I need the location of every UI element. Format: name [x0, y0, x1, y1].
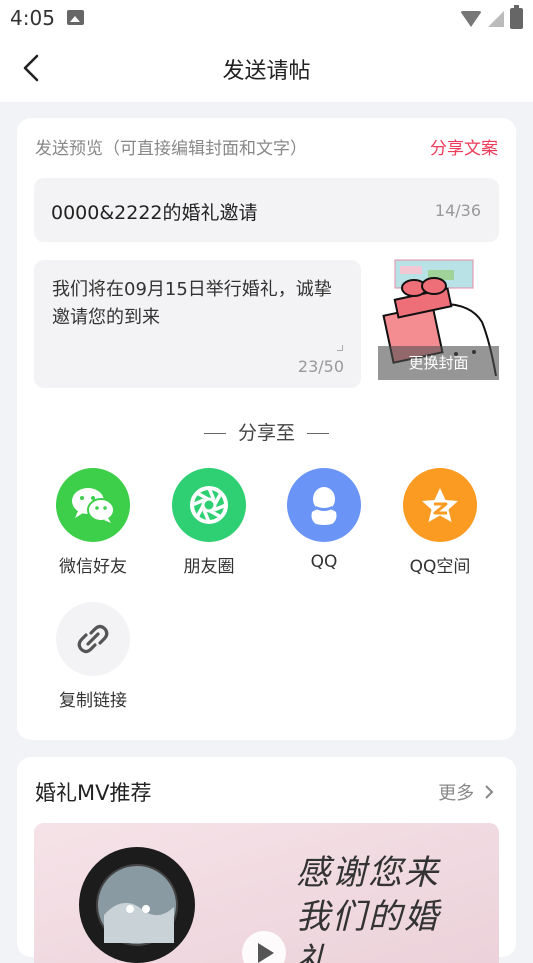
page-title: 发送请帖	[222, 59, 311, 84]
wechat-icon	[56, 468, 130, 542]
share-qq-button[interactable]: QQ	[269, 468, 379, 572]
share-qq-label: QQ	[310, 552, 338, 572]
status-icons	[460, 5, 523, 29]
share-wechat-button[interactable]: 微信好友	[38, 468, 148, 577]
chevron-right-icon	[485, 785, 494, 799]
copy-link-button[interactable]: 复制链接	[38, 602, 148, 711]
share-card: 发送预览（可直接编辑封面和文字） 分享文案 0000&2222的婚礼邀请 14/…	[17, 118, 516, 740]
textarea-resize-handle	[337, 345, 343, 351]
title-bar: 发送请帖	[0, 34, 533, 102]
share-qzone-button[interactable]: QQ空间	[385, 468, 495, 577]
mv-section-title: 婚礼MV推荐	[35, 781, 152, 805]
share-moments-label: 朋友圈	[183, 557, 235, 577]
link-icon	[56, 602, 130, 676]
mv-thumbnail[interactable]: 感谢您来我们的婚礼	[34, 823, 499, 963]
qzone-icon	[403, 468, 477, 542]
change-cover-button[interactable]: 更换封面	[378, 346, 499, 380]
share-qzone-label: QQ空间	[409, 557, 471, 577]
battery-icon	[510, 5, 523, 29]
invitation-title-field[interactable]: 0000&2222的婚礼邀请 14/36	[34, 178, 499, 242]
share-copy-link[interactable]: 分享文案	[430, 134, 498, 159]
moments-icon	[172, 468, 246, 542]
status-time: 4:05	[10, 6, 55, 30]
more-label: 更多	[438, 783, 475, 804]
mv-thumbnail-caption: 感谢您来我们的婚礼	[296, 853, 440, 963]
signal-icon	[488, 10, 504, 27]
title-char-count: 14/36	[434, 201, 481, 220]
qq-icon	[287, 468, 361, 542]
share-moments-button[interactable]: 朋友圈	[154, 468, 264, 577]
invitation-message-value[interactable]: 我们将在09月15日举行婚礼，诚挚邀请您的到来	[52, 276, 344, 332]
image-notification-icon	[67, 10, 84, 25]
wifi-icon	[460, 10, 482, 27]
cover-image[interactable]: 更换封面	[378, 258, 499, 380]
share-to-heading: 分享至	[17, 418, 516, 445]
mv-recommend-card: 婚礼MV推荐 更多 感谢您来我们的婚礼	[17, 757, 516, 963]
more-link[interactable]: 更多	[438, 779, 494, 805]
invitation-title-value[interactable]: 0000&2222的婚礼邀请	[51, 198, 258, 225]
preview-hint: 发送预览（可直接编辑封面和文字）	[35, 139, 307, 159]
copy-link-label: 复制链接	[59, 691, 127, 711]
invitation-message-field[interactable]: 我们将在09月15日举行婚礼，诚挚邀请您的到来 23/50	[34, 260, 361, 388]
message-char-count: 23/50	[297, 357, 344, 376]
status-bar: 4:05	[0, 0, 533, 34]
share-wechat-label: 微信好友	[59, 557, 127, 577]
